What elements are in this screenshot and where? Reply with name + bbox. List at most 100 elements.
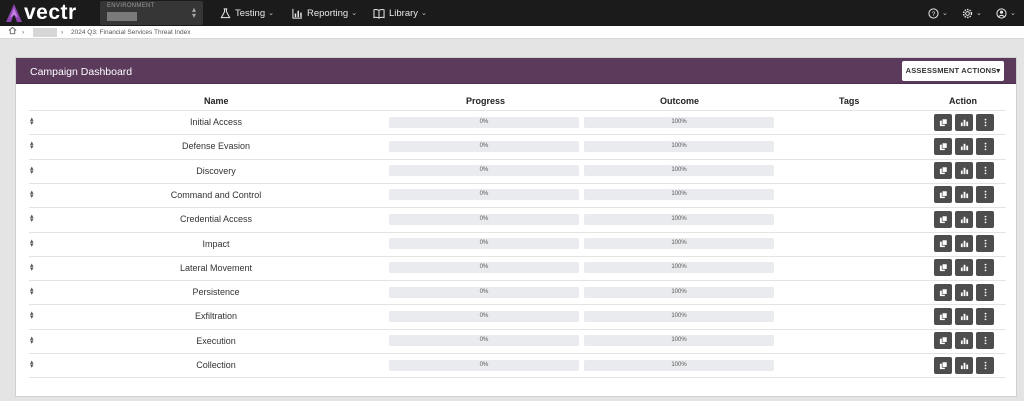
more-options-button[interactable] [976, 186, 994, 204]
copy-button[interactable] [934, 186, 952, 204]
breadcrumb-current: 2024 Q3: Financial Services Threat Index [71, 29, 191, 36]
more-options-button[interactable] [976, 113, 994, 131]
outcome-bar: 100% [584, 116, 774, 128]
more-options-button[interactable] [976, 235, 994, 252]
row-name[interactable]: Command and Control [116, 190, 316, 200]
environment-selector[interactable]: ENVIRONMENT ▴ ▾ [100, 1, 203, 25]
more-vertical-icon [984, 361, 986, 369]
copy-button[interactable] [934, 259, 952, 277]
drag-sort-icon[interactable]: ▴ ▾ [30, 262, 34, 273]
progress-bar: 0% [389, 262, 579, 274]
chart-button[interactable] [955, 356, 973, 374]
more-options-button[interactable] [976, 356, 994, 374]
assessment-actions-button[interactable]: ASSESSMENT ACTIONS▾ [902, 61, 1004, 81]
table-row-divider [29, 110, 1006, 111]
help-menu[interactable]: ? ⌄ [928, 0, 948, 26]
drag-sort-icon[interactable]: ▴ ▾ [30, 116, 34, 127]
copy-button[interactable] [934, 283, 952, 301]
copy-button[interactable] [934, 113, 952, 131]
more-vertical-icon [984, 191, 986, 199]
drag-sort-icon[interactable]: ▴ ▾ [30, 189, 34, 200]
row-name[interactable]: Persistence [116, 287, 316, 297]
column-header-tags[interactable]: Tags [839, 96, 859, 106]
copy-icon [939, 263, 947, 272]
row-name[interactable]: Collection [116, 360, 316, 370]
chevron-down-icon: ⌄ [421, 10, 427, 17]
row-name[interactable]: Impact [116, 239, 316, 249]
copy-button[interactable] [934, 162, 952, 180]
nav-testing[interactable]: Testing ⌄ [220, 0, 274, 26]
column-header-name[interactable]: Name [204, 96, 229, 106]
column-header-outcome[interactable]: Outcome [660, 96, 699, 106]
vectr-logo[interactable]: vectr [6, 2, 77, 24]
home-icon[interactable] [8, 26, 17, 39]
copy-button[interactable] [934, 332, 952, 350]
more-options-button[interactable] [976, 162, 994, 180]
more-options-button[interactable] [976, 259, 994, 277]
nav-reporting-label: Reporting [307, 7, 349, 19]
chart-icon [960, 265, 968, 272]
column-header-progress[interactable]: Progress [466, 96, 505, 106]
row-name[interactable]: Discovery [116, 166, 316, 176]
drag-sort-icon[interactable]: ▴ ▾ [30, 359, 34, 370]
copy-button[interactable] [934, 307, 952, 325]
nav-reporting[interactable]: Reporting ⌄ [292, 0, 357, 26]
chart-button[interactable] [955, 332, 973, 350]
chart-button[interactable] [955, 307, 973, 325]
copy-button[interactable] [934, 356, 952, 374]
environment-value-redacted [107, 12, 137, 21]
chart-button[interactable] [955, 235, 973, 252]
progress-bar: 0% [389, 165, 579, 177]
campaign-dashboard-panel: Campaign Dashboard ASSESSMENT ACTIONS▾ N… [15, 57, 1017, 397]
outcome-bar: 100% [584, 335, 774, 347]
progress-bar: 0% [389, 359, 579, 371]
drag-sort-icon[interactable]: ▴ ▾ [30, 286, 34, 297]
copy-icon [939, 361, 947, 369]
table-row-divider [29, 158, 1006, 160]
chart-button[interactable] [955, 137, 973, 155]
chart-button[interactable] [955, 186, 973, 204]
user-menu[interactable]: ⌄ [996, 0, 1016, 26]
bar-chart-icon [292, 8, 303, 19]
nav-library[interactable]: Library ⌄ [373, 0, 427, 26]
copy-button[interactable] [934, 137, 952, 155]
app-logo-text: vectr [24, 1, 77, 24]
row-name[interactable]: Defense Evasion [116, 141, 316, 151]
row-name[interactable]: Execution [116, 336, 316, 346]
nav-library-label: Library [389, 7, 419, 19]
chart-button[interactable] [955, 162, 973, 180]
progress-bar: 0% [389, 238, 579, 249]
copy-button[interactable] [934, 210, 952, 228]
row-name[interactable]: Initial Access [116, 117, 316, 127]
row-name[interactable]: Exfiltration [116, 311, 316, 321]
outcome-bar: 100% [584, 189, 774, 201]
chart-icon [960, 119, 968, 126]
row-name[interactable]: Credential Access [116, 214, 316, 224]
more-options-button[interactable] [976, 332, 994, 350]
progress-bar: 0% [389, 213, 579, 225]
more-options-button[interactable] [976, 307, 994, 325]
more-options-button[interactable] [976, 210, 994, 228]
more-options-button[interactable] [976, 283, 994, 301]
chevron-down-icon: ⌄ [351, 10, 358, 17]
settings-menu[interactable]: ⌄ [962, 0, 982, 26]
drag-sort-icon[interactable]: ▴ ▾ [30, 165, 34, 176]
table-row-divider [29, 231, 1006, 233]
copy-button[interactable] [934, 235, 952, 252]
drag-sort-icon[interactable]: ▴ ▾ [30, 335, 34, 346]
drag-sort-icon[interactable]: ▴ ▾ [30, 213, 34, 224]
outcome-bar: 100% [584, 213, 774, 225]
drag-sort-icon[interactable]: ▴ ▾ [30, 140, 34, 151]
row-name[interactable]: Lateral Movement [116, 263, 316, 273]
more-options-button[interactable] [976, 137, 994, 155]
progress-bar: 0% [389, 189, 579, 201]
breadcrumb-item-redacted[interactable] [33, 28, 57, 37]
drag-sort-icon[interactable]: ▴ ▾ [30, 238, 34, 249]
chart-button[interactable] [955, 283, 973, 301]
chart-button[interactable] [955, 210, 973, 228]
chart-button[interactable] [955, 113, 973, 131]
more-vertical-icon [984, 239, 986, 248]
drag-sort-icon[interactable]: ▴ ▾ [30, 310, 34, 321]
chart-button[interactable] [955, 259, 973, 277]
chart-icon [960, 216, 968, 223]
